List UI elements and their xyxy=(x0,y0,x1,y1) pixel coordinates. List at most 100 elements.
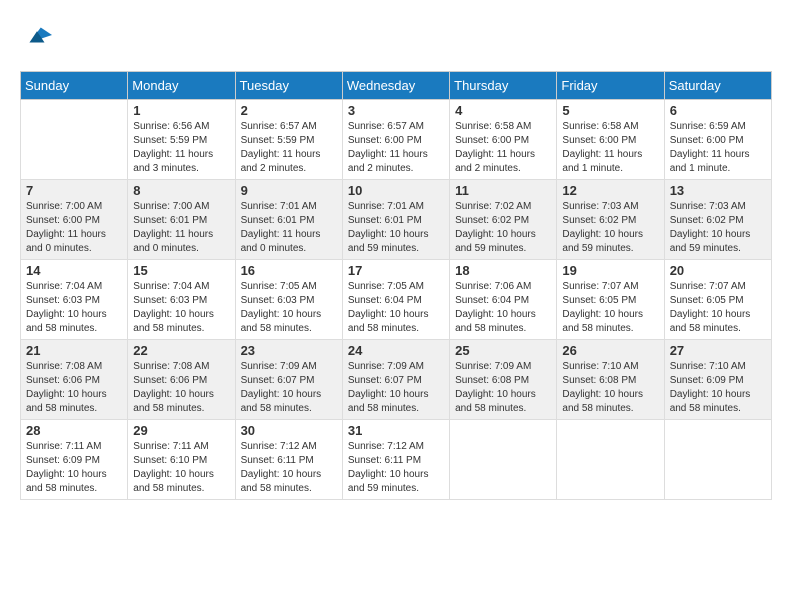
day-info: Sunrise: 7:09 AMSunset: 6:07 PMDaylight:… xyxy=(348,360,444,416)
sunrise-text: Sunrise: 6:57 AM xyxy=(348,120,444,134)
sunset-text: Sunset: 6:04 PM xyxy=(455,294,551,308)
sunset-text: Sunset: 6:01 PM xyxy=(133,214,229,228)
sunrise-text: Sunrise: 7:08 AM xyxy=(133,360,229,374)
calendar-cell xyxy=(664,420,771,500)
sunrise-text: Sunrise: 7:00 AM xyxy=(26,200,122,214)
sunset-text: Sunset: 6:11 PM xyxy=(241,454,337,468)
day-number: 19 xyxy=(562,263,658,278)
daylight-text: Daylight: 11 hours and 2 minutes. xyxy=(455,148,551,176)
sunrise-text: Sunrise: 7:09 AM xyxy=(241,360,337,374)
weekday-thursday: Thursday xyxy=(450,72,557,100)
sunset-text: Sunset: 6:07 PM xyxy=(348,374,444,388)
day-info: Sunrise: 7:04 AMSunset: 6:03 PMDaylight:… xyxy=(26,280,122,336)
calendar-cell: 12Sunrise: 7:03 AMSunset: 6:02 PMDayligh… xyxy=(557,180,664,260)
day-info: Sunrise: 7:03 AMSunset: 6:02 PMDaylight:… xyxy=(562,200,658,256)
daylight-text: Daylight: 10 hours and 58 minutes. xyxy=(455,388,551,416)
sunrise-text: Sunrise: 7:09 AM xyxy=(348,360,444,374)
calendar-cell: 11Sunrise: 7:02 AMSunset: 6:02 PMDayligh… xyxy=(450,180,557,260)
calendar-cell: 17Sunrise: 7:05 AMSunset: 6:04 PMDayligh… xyxy=(342,260,449,340)
calendar-cell: 5 Sunrise: 6:58 AMSunset: 6:00 PMDaylight… xyxy=(557,100,664,180)
sunrise-text: Sunrise: 7:12 AM xyxy=(241,440,337,454)
calendar-cell: 8Sunrise: 7:00 AMSunset: 6:01 PMDaylight… xyxy=(128,180,235,260)
day-number: 6 xyxy=(670,103,766,118)
day-number: 5 xyxy=(562,103,658,118)
calendar-cell: 15Sunrise: 7:04 AMSunset: 6:03 PMDayligh… xyxy=(128,260,235,340)
day-info: Sunrise: 7:08 AMSunset: 6:06 PMDaylight:… xyxy=(26,360,122,416)
day-number: 25 xyxy=(455,343,551,358)
calendar-cell: 27Sunrise: 7:10 AMSunset: 6:09 PMDayligh… xyxy=(664,340,771,420)
logo-icon xyxy=(22,20,52,50)
sunset-text: Sunset: 6:03 PM xyxy=(26,294,122,308)
day-number: 16 xyxy=(241,263,337,278)
sunset-text: Sunset: 6:01 PM xyxy=(241,214,337,228)
sunrise-text: Sunrise: 7:07 AM xyxy=(670,280,766,294)
calendar-cell xyxy=(450,420,557,500)
calendar-cell: 13Sunrise: 7:03 AMSunset: 6:02 PMDayligh… xyxy=(664,180,771,260)
day-info: Sunrise: 7:09 AMSunset: 6:07 PMDaylight:… xyxy=(241,360,337,416)
week-row-5: 28Sunrise: 7:11 AMSunset: 6:09 PMDayligh… xyxy=(21,420,772,500)
day-info: Sunrise: 7:05 AMSunset: 6:04 PMDaylight:… xyxy=(348,280,444,336)
week-row-4: 21Sunrise: 7:08 AMSunset: 6:06 PMDayligh… xyxy=(21,340,772,420)
sunrise-text: Sunrise: 7:08 AM xyxy=(26,360,122,374)
sunrise-text: Sunrise: 7:04 AM xyxy=(133,280,229,294)
day-info: Sunrise: 6:57 AMSunset: 5:59 PMDaylight:… xyxy=(241,120,337,176)
sunset-text: Sunset: 6:02 PM xyxy=(670,214,766,228)
sunrise-text: Sunrise: 7:01 AM xyxy=(241,200,337,214)
sunrise-text: Sunrise: 7:05 AM xyxy=(348,280,444,294)
day-info: Sunrise: 7:11 AMSunset: 6:10 PMDaylight:… xyxy=(133,440,229,496)
daylight-text: Daylight: 11 hours and 3 minutes. xyxy=(133,148,229,176)
day-info: Sunrise: 7:00 AMSunset: 6:01 PMDaylight:… xyxy=(133,200,229,256)
sunset-text: Sunset: 6:00 PM xyxy=(562,134,658,148)
sunset-text: Sunset: 5:59 PM xyxy=(241,134,337,148)
weekday-tuesday: Tuesday xyxy=(235,72,342,100)
daylight-text: Daylight: 10 hours and 58 minutes. xyxy=(562,308,658,336)
day-info: Sunrise: 6:57 AMSunset: 6:00 PMDaylight:… xyxy=(348,120,444,176)
day-info: Sunrise: 6:56 AMSunset: 5:59 PMDaylight:… xyxy=(133,120,229,176)
sunrise-text: Sunrise: 7:05 AM xyxy=(241,280,337,294)
day-info: Sunrise: 7:09 AMSunset: 6:08 PMDaylight:… xyxy=(455,360,551,416)
weekday-monday: Monday xyxy=(128,72,235,100)
weekday-friday: Friday xyxy=(557,72,664,100)
day-info: Sunrise: 7:00 AMSunset: 6:00 PMDaylight:… xyxy=(26,200,122,256)
sunrise-text: Sunrise: 7:10 AM xyxy=(670,360,766,374)
daylight-text: Daylight: 10 hours and 58 minutes. xyxy=(26,388,122,416)
daylight-text: Daylight: 10 hours and 58 minutes. xyxy=(241,388,337,416)
day-info: Sunrise: 7:07 AMSunset: 6:05 PMDaylight:… xyxy=(562,280,658,336)
sunrise-text: Sunrise: 7:03 AM xyxy=(670,200,766,214)
daylight-text: Daylight: 10 hours and 58 minutes. xyxy=(670,388,766,416)
day-info: Sunrise: 6:58 AMSunset: 6:00 PMDaylight:… xyxy=(562,120,658,176)
sunrise-text: Sunrise: 6:56 AM xyxy=(133,120,229,134)
calendar-cell: 23Sunrise: 7:09 AMSunset: 6:07 PMDayligh… xyxy=(235,340,342,420)
day-number: 10 xyxy=(348,183,444,198)
sunset-text: Sunset: 6:03 PM xyxy=(241,294,337,308)
day-info: Sunrise: 6:58 AMSunset: 6:00 PMDaylight:… xyxy=(455,120,551,176)
calendar-cell: 31Sunrise: 7:12 AMSunset: 6:11 PMDayligh… xyxy=(342,420,449,500)
sunset-text: Sunset: 6:08 PM xyxy=(455,374,551,388)
day-info: Sunrise: 7:03 AMSunset: 6:02 PMDaylight:… xyxy=(670,200,766,256)
sunset-text: Sunset: 5:59 PM xyxy=(133,134,229,148)
sunrise-text: Sunrise: 7:10 AM xyxy=(562,360,658,374)
daylight-text: Daylight: 10 hours and 58 minutes. xyxy=(562,388,658,416)
daylight-text: Daylight: 10 hours and 59 minutes. xyxy=(348,228,444,256)
day-number: 24 xyxy=(348,343,444,358)
sunset-text: Sunset: 6:06 PM xyxy=(26,374,122,388)
daylight-text: Daylight: 11 hours and 0 minutes. xyxy=(26,228,122,256)
sunrise-text: Sunrise: 7:01 AM xyxy=(348,200,444,214)
day-number: 21 xyxy=(26,343,122,358)
sunset-text: Sunset: 6:08 PM xyxy=(562,374,658,388)
calendar-cell xyxy=(557,420,664,500)
calendar-cell: 7Sunrise: 7:00 AMSunset: 6:00 PMDaylight… xyxy=(21,180,128,260)
weekday-sunday: Sunday xyxy=(21,72,128,100)
day-number: 30 xyxy=(241,423,337,438)
daylight-text: Daylight: 11 hours and 0 minutes. xyxy=(241,228,337,256)
daylight-text: Daylight: 11 hours and 0 minutes. xyxy=(133,228,229,256)
daylight-text: Daylight: 11 hours and 1 minute. xyxy=(562,148,658,176)
day-number: 2 xyxy=(241,103,337,118)
week-row-3: 14Sunrise: 7:04 AMSunset: 6:03 PMDayligh… xyxy=(21,260,772,340)
page-header xyxy=(20,20,772,55)
sunrise-text: Sunrise: 6:58 AM xyxy=(455,120,551,134)
daylight-text: Daylight: 11 hours and 2 minutes. xyxy=(241,148,337,176)
daylight-text: Daylight: 10 hours and 58 minutes. xyxy=(26,308,122,336)
sunset-text: Sunset: 6:04 PM xyxy=(348,294,444,308)
day-number: 27 xyxy=(670,343,766,358)
